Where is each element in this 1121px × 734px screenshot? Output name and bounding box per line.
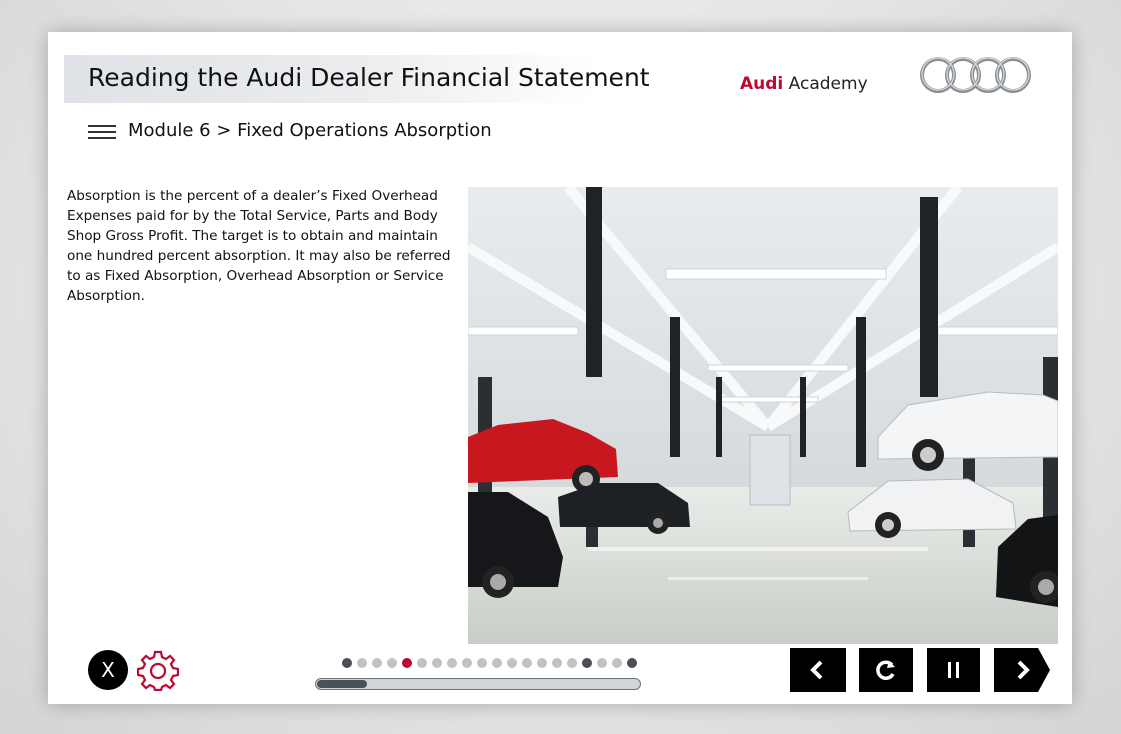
slide-dot[interactable] [342,658,352,668]
slide-dot[interactable] [612,658,622,668]
slide-dot-current[interactable] [402,658,412,668]
slide-dot[interactable] [582,658,592,668]
slide-dots [342,658,637,668]
slide-dot[interactable] [597,658,607,668]
previous-button[interactable] [790,648,846,692]
course-player-frame: Reading the Audi Dealer Financial Statem… [48,32,1072,704]
slide-dot[interactable] [537,658,547,668]
slide-dot[interactable] [387,658,397,668]
progress-bar-fill [317,680,367,688]
slide-dot[interactable] [417,658,427,668]
chevron-left-icon [790,648,846,692]
slide-dot[interactable] [627,658,637,668]
title-bar: Reading the Audi Dealer Financial Statem… [64,55,650,103]
slide-dot[interactable] [357,658,367,668]
audi-four-rings-icon [920,57,1031,93]
audi-academy-wordmark: Audi Academy [740,74,868,94]
slide-dot[interactable] [507,658,517,668]
breadcrumb: Module 6 > Fixed Operations Absorption [128,120,492,141]
pause-button[interactable] [927,648,980,692]
slide-dot[interactable] [492,658,502,668]
course-title: Reading the Audi Dealer Financial Statem… [88,63,650,92]
replay-icon [876,660,895,680]
slide-dot[interactable] [552,658,562,668]
slide-dot[interactable] [567,658,577,668]
chevron-right-icon [994,648,1050,692]
next-button[interactable] [994,648,1050,692]
slide-dot[interactable] [432,658,442,668]
close-button[interactable]: X [88,650,128,690]
slide-dot[interactable] [462,658,472,668]
brand-academy-text: Academy [783,74,868,94]
slide-dot[interactable] [477,658,487,668]
service-workshop-photo [468,187,1058,644]
hamburger-menu-icon[interactable] [88,125,116,139]
slide-body-text: Absorption is the percent of a dealer’s … [67,188,451,304]
brand-audi-text: Audi [740,74,784,94]
slide-dot[interactable] [522,658,532,668]
slide-dot[interactable] [447,658,457,668]
gear-icon[interactable] [137,649,179,691]
progress-bar[interactable] [315,678,641,690]
pause-icon [948,662,959,678]
slide-dot[interactable] [372,658,382,668]
replay-button[interactable] [859,648,913,692]
